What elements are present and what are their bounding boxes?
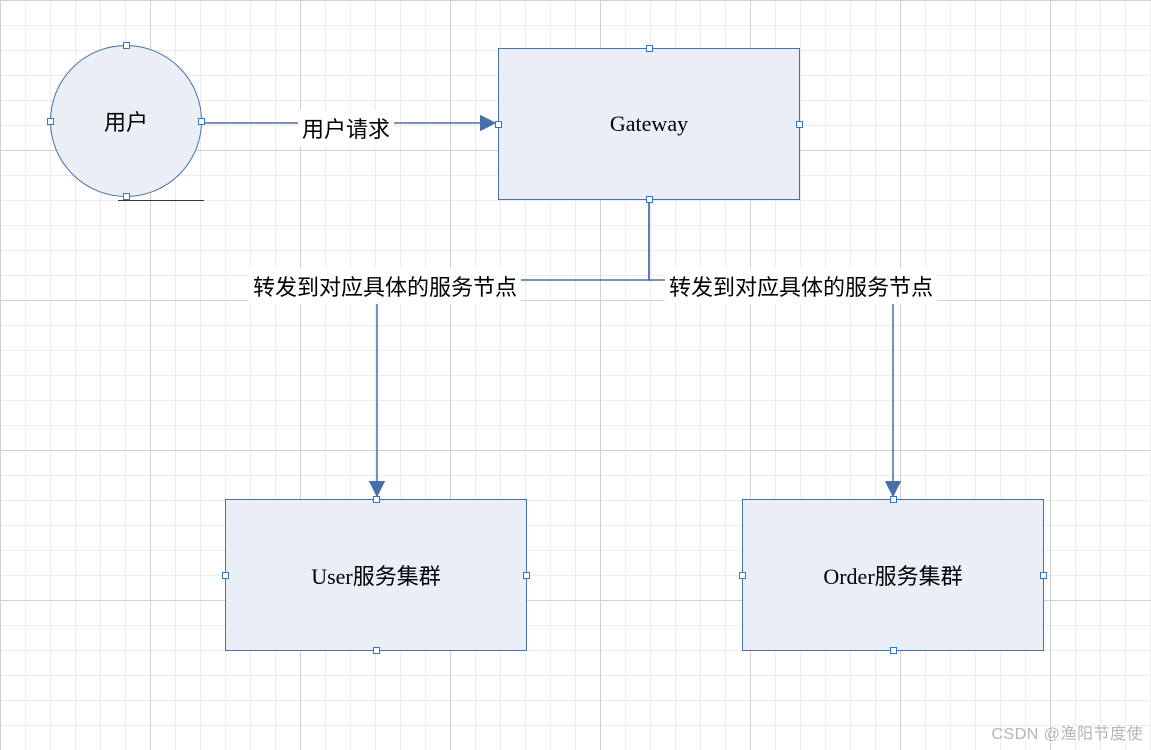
handle-icon[interactable] — [495, 121, 502, 128]
handle-icon[interactable] — [373, 496, 380, 503]
node-user-service-label: User服务集群 — [311, 559, 441, 591]
handle-icon[interactable] — [646, 196, 653, 203]
handle-icon[interactable] — [222, 572, 229, 579]
edge-label-to-user-service: 转发到对应具体的服务节点 — [249, 268, 521, 304]
user-node-tail — [118, 200, 204, 201]
handle-icon[interactable] — [373, 647, 380, 654]
node-gateway[interactable]: Gateway — [498, 48, 800, 200]
handle-icon[interactable] — [198, 118, 205, 125]
handle-icon[interactable] — [523, 572, 530, 579]
handle-icon[interactable] — [1040, 572, 1047, 579]
node-user-service[interactable]: User服务集群 — [225, 499, 527, 651]
handle-icon[interactable] — [123, 193, 130, 200]
node-order-service-label: Order服务集群 — [823, 559, 962, 591]
handle-icon[interactable] — [890, 496, 897, 503]
handle-icon[interactable] — [796, 121, 803, 128]
handle-icon[interactable] — [646, 45, 653, 52]
node-user[interactable]: 用户 — [50, 45, 202, 197]
diagram-canvas[interactable]: 用户请求 转发到对应具体的服务节点 转发到对应具体的服务节点 用户 Gatewa… — [0, 0, 1151, 750]
watermark: CSDN @渔阳节度使 — [991, 720, 1143, 744]
edge-label-user-request: 用户请求 — [298, 110, 394, 146]
edge-label-to-order-service: 转发到对应具体的服务节点 — [665, 268, 937, 304]
node-gateway-label: Gateway — [610, 111, 688, 137]
handle-icon[interactable] — [739, 572, 746, 579]
handle-icon[interactable] — [890, 647, 897, 654]
handle-icon[interactable] — [123, 42, 130, 49]
node-user-label: 用户 — [104, 105, 148, 137]
node-order-service[interactable]: Order服务集群 — [742, 499, 1044, 651]
handle-icon[interactable] — [47, 118, 54, 125]
